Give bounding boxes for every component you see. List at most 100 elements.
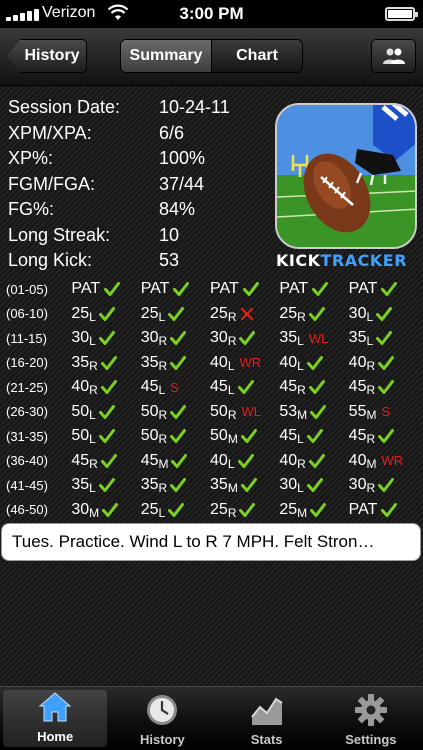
kick-cell[interactable]: 45 R (349, 427, 418, 446)
kick-cell[interactable]: 25 R (279, 305, 348, 324)
kick-cell[interactable]: PAT (349, 280, 418, 298)
kick-direction: R (366, 383, 376, 398)
kick-cell[interactable]: 53 M (279, 402, 348, 422)
segment-chart[interactable]: Chart (212, 40, 302, 72)
kick-cell[interactable]: 50 L (71, 403, 140, 422)
logo-kick: KICK (276, 251, 321, 270)
kick-distance: 30 (71, 329, 90, 347)
kick-cell[interactable]: 35 R (71, 354, 140, 373)
kick-tracker-app-icon (275, 103, 417, 249)
kick-direction: M (366, 407, 377, 422)
kick-cell[interactable]: 40 L (210, 452, 279, 471)
kick-cell[interactable]: 35 M (210, 476, 279, 495)
checkmark-icon (240, 477, 257, 493)
kick-cell[interactable]: PAT (210, 280, 279, 298)
kick-cell[interactable]: 40 R (348, 353, 418, 373)
kick-distance: 53 (279, 402, 298, 420)
kick-cell[interactable]: 35 R (141, 476, 210, 495)
checkmark-icon (237, 379, 254, 395)
kick-cell[interactable]: 55 M S (349, 403, 418, 422)
kick-cell[interactable]: 50 R (141, 427, 210, 446)
kick-cell[interactable]: 45 M (141, 452, 210, 471)
kick-cell[interactable]: 50 R WL (210, 403, 279, 422)
stat-label: Long Streak: (8, 224, 111, 245)
kick-cell[interactable]: 25 L (141, 305, 210, 324)
kick-cell[interactable]: 30 R (141, 329, 210, 348)
kick-cell[interactable]: 25 L (141, 501, 210, 520)
kick-direction: M (89, 505, 100, 520)
kick-direction: L (227, 383, 235, 398)
kick-distance: PAT (210, 280, 239, 298)
stat-label: FG%: (8, 199, 55, 220)
kick-distance: 30 (348, 476, 367, 494)
kick-cell[interactable]: 40 R (279, 452, 348, 471)
kick-cell[interactable]: 35 L WL (279, 329, 348, 349)
kick-direction: L (89, 334, 96, 349)
kick-distance: 50 (140, 402, 159, 420)
kick-cell[interactable]: PAT (141, 280, 210, 298)
checkmark-icon (173, 281, 190, 297)
miss-x-icon (239, 306, 255, 322)
kick-cell[interactable]: 35 R (141, 354, 210, 373)
kick-distance: 40 (348, 353, 367, 371)
checkmark-icon (242, 281, 259, 297)
tab-stats[interactable]: Stats (215, 687, 319, 750)
kick-cell[interactable]: 50 R (140, 402, 210, 422)
checkmark-icon (170, 330, 187, 346)
kick-distance: 25 (210, 500, 228, 518)
kick-cell[interactable]: 40 R (71, 378, 140, 397)
kick-cell[interactable]: 50 L (71, 427, 140, 446)
profile-button[interactable] (371, 39, 416, 73)
stat-value: 6/6 (159, 122, 185, 143)
kick-cell[interactable]: 35 L (71, 476, 140, 496)
kick-direction: L (297, 358, 304, 373)
history-back-button[interactable]: History (7, 39, 87, 73)
kick-direction: L (89, 481, 96, 496)
tab-stats-label: Stats (250, 732, 283, 747)
segment-summary[interactable]: Summary (121, 40, 212, 72)
kick-cell[interactable]: 45 R (279, 378, 348, 398)
kick-distance: 45 (71, 451, 90, 469)
checkmark-icon (168, 502, 185, 518)
kick-cell[interactable]: 45 L (210, 378, 279, 398)
checkmark-icon (306, 477, 323, 493)
kick-cell[interactable]: 25 L (71, 305, 140, 324)
kick-cell[interactable]: PAT (71, 280, 140, 298)
kick-cell[interactable]: 30 M (71, 501, 140, 520)
kick-cell[interactable]: 30 R (210, 329, 279, 348)
kick-direction: R (297, 383, 306, 398)
kick-cell[interactable]: 30 L (349, 305, 418, 324)
session-notes[interactable]: Tues. Practice. Wind L to R 7 MPH. Felt … (1, 523, 421, 561)
kick-cell[interactable]: PAT (349, 501, 418, 519)
stat-label: Session Date: (8, 97, 121, 118)
kick-cell[interactable]: 25 R (210, 305, 279, 324)
kick-cell[interactable]: 50 M (210, 427, 279, 446)
kick-direction: L (297, 432, 304, 447)
checkmark-icon (102, 502, 119, 518)
kick-cell[interactable]: 40 L (279, 354, 348, 373)
kick-cell[interactable]: 30 L (279, 476, 348, 495)
kick-cell[interactable]: 35 L (349, 329, 418, 348)
kick-cell[interactable]: 25 R (210, 500, 279, 520)
tab-settings[interactable]: Settings (319, 687, 423, 750)
kick-cell[interactable]: 30 L (71, 329, 140, 349)
kick-distance: 45 (348, 378, 367, 396)
kick-distance: 40 (348, 451, 367, 469)
checkmark-icon (100, 453, 117, 469)
kick-cell[interactable]: 30 R (348, 476, 418, 495)
tab-home[interactable]: Home (3, 690, 108, 747)
kick-direction: L (297, 334, 304, 349)
stat-value: 84% (159, 199, 196, 220)
kick-cell[interactable]: 45 R (348, 378, 418, 398)
kick-cell[interactable]: 45 L S (141, 378, 210, 397)
tab-history[interactable]: History (110, 687, 214, 750)
kick-distance: 45 (279, 427, 298, 445)
kick-direction: M (158, 456, 169, 471)
kick-cell[interactable]: 45 R (71, 451, 140, 471)
kick-cell[interactable]: 45 L (279, 427, 348, 447)
kick-direction: R (227, 505, 237, 520)
kick-cell[interactable]: 40 M WR (348, 451, 418, 471)
kick-cell[interactable]: 40 L WR (210, 354, 279, 373)
kick-cell[interactable]: 25 M (279, 501, 348, 520)
kick-cell[interactable]: PAT (279, 280, 348, 298)
